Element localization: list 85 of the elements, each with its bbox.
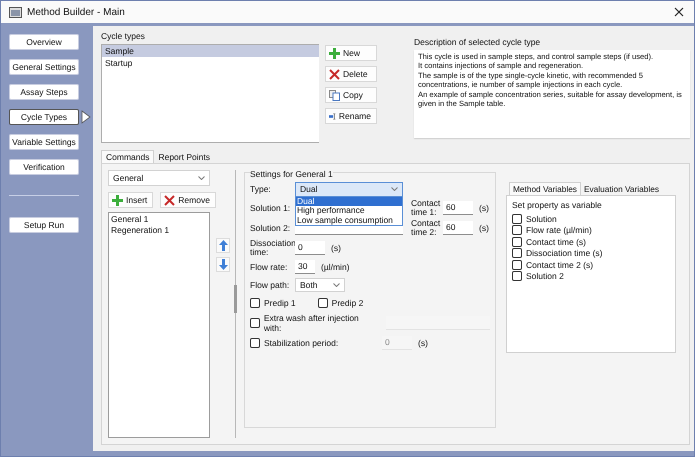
checkbox[interactable] [250,338,260,348]
cross-icon [164,194,176,206]
contact-time-label: Contact time 2: [411,219,439,237]
contact-time-label: Contact time 1: [411,199,439,217]
plus-icon [329,48,340,58]
delete-button[interactable]: Delete [325,66,377,82]
checkbox-label: Contact time (s) [526,236,586,246]
down-arrow-icon [218,259,228,270]
contact-time-field[interactable]: 60 [443,201,473,215]
tab[interactable]: Commands [101,150,154,163]
copy-button[interactable]: Copy [325,87,377,103]
dropdown-option[interactable]: High performance [296,206,402,216]
flow-path-label: Flow path: [250,280,290,290]
checkbox[interactable] [512,214,522,224]
flow-path-dropdown[interactable]: Both [295,278,345,292]
unit-label: (µl/min) [321,262,350,272]
contact-time-field[interactable]: 60 [443,221,473,235]
tab[interactable]: Report Points [154,150,214,163]
plus-icon [112,194,123,206]
unit-label: (s) [418,338,428,348]
checkbox-label: Flow rate (µl/min) [526,225,592,235]
dropdown-option[interactable]: Low sample consumption [296,216,402,225]
unit-label: (s) [479,223,489,233]
chevron-icon [198,176,205,180]
category-dropdown[interactable]: General [108,170,210,186]
checkbox-label: Predip 1 [264,298,296,308]
variables-heading: Set property as variable [512,200,603,210]
cross-icon [329,68,340,80]
checkbox-label: Stabilization period: [264,338,338,348]
checkbox[interactable] [250,318,260,328]
remove-button[interactable]: Remove [160,192,216,208]
checkbox[interactable] [512,260,522,270]
checkbox[interactable] [250,298,260,308]
nav-button[interactable]: Variable Settings [9,134,79,150]
splitter-handle[interactable] [234,285,237,313]
tab[interactable]: Evaluation Variables [580,183,662,195]
type-dropdown[interactable]: Dual [295,182,403,196]
checkbox-label: Dissociation time (s) [526,248,603,258]
checkbox-label: Solution [526,214,557,224]
cycle-types-label: Cycle types [101,31,146,42]
chevron-icon [391,187,398,191]
insert-button[interactable]: Insert [108,192,154,208]
nav-button[interactable]: Verification [9,158,79,174]
move-up-button[interactable] [216,238,230,253]
chevron-icon [333,283,340,287]
checkbox[interactable] [512,271,522,281]
unit-label: (s) [331,243,341,253]
settings-title: Settings for General 1 [250,169,333,179]
nav-button[interactable]: Cycle Types [9,108,79,124]
setup-run-button[interactable]: Setup Run [9,216,79,232]
list-item[interactable]: Regeneration 1 [111,225,207,236]
list-item[interactable]: Startup [102,57,319,69]
move-down-button[interactable] [216,257,230,272]
tab[interactable]: Method Variables [509,182,581,195]
checkbox-label: Extra wash after injection with: [264,313,360,333]
checkbox[interactable] [512,236,522,246]
new-button[interactable]: New [325,45,377,61]
description-label: Description of selected cycle type [414,37,542,48]
checkbox[interactable] [512,225,522,235]
nav-button[interactable]: General Settings [9,58,79,74]
pointer-icon [81,110,91,124]
rename-icon [329,110,336,122]
checkbox-label: Predip 2 [332,298,364,308]
window-icon [9,6,22,18]
checkbox[interactable] [512,248,522,258]
type-label: Type: [250,184,272,194]
nav-button[interactable]: Overview [9,34,79,50]
list-item[interactable]: General 1 [111,214,207,225]
flow-rate-label: Flow rate: [250,262,288,272]
checkbox[interactable] [318,298,328,308]
solution-label: Solution 1: [250,204,291,212]
window-title: Method Builder - Main [27,6,126,18]
unit-label: (s) [479,203,489,213]
list-item[interactable]: Sample [102,45,319,57]
checkbox-label: Solution 2 [526,271,564,281]
solution-label: Solution 2: [250,224,291,232]
nav-button[interactable]: Assay Steps [9,84,79,100]
copy-icon [329,90,340,100]
dropdown-option[interactable]: Dual [296,196,402,206]
up-arrow-icon [218,240,228,251]
rename-button[interactable]: Rename [325,108,377,124]
checkbox-label: Contact time 2 (s) [526,260,594,270]
flow-rate-field[interactable]: 30 [295,260,315,274]
close-icon[interactable] [674,7,684,17]
dissociation-time-field[interactable]: 0 [295,241,325,255]
